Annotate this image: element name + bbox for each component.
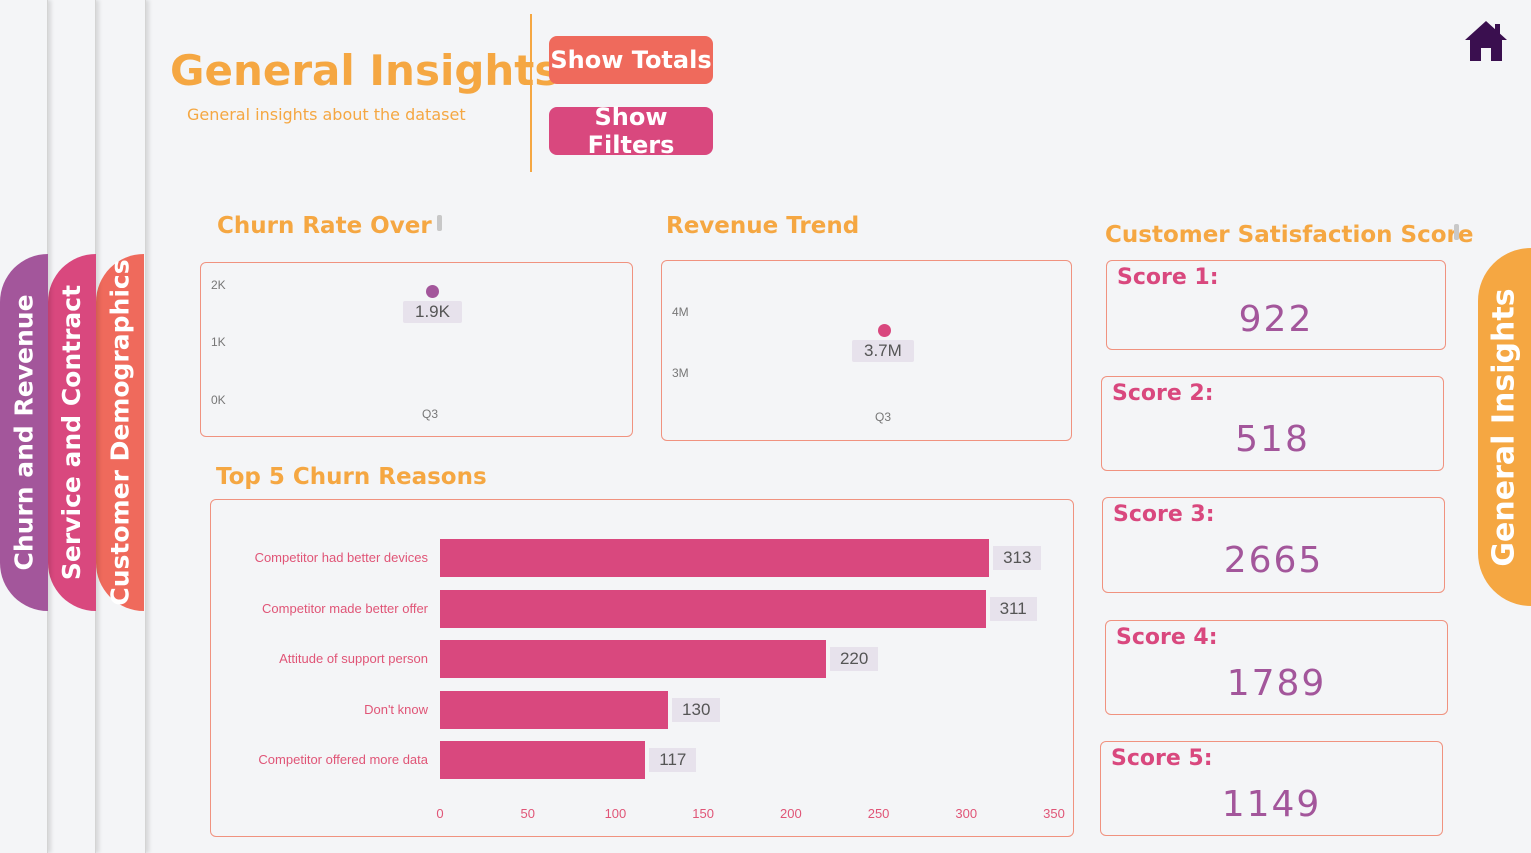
- bar-value-label: 220: [829, 647, 879, 671]
- page-subtitle: General insights about the dataset: [187, 105, 466, 124]
- data-label: 1.9K: [403, 301, 462, 323]
- bar[interactable]: [440, 690, 669, 729]
- churn-rate-title: Churn Rate Over: [217, 213, 432, 239]
- tab-churn-and-revenue[interactable]: Churn and Revenue: [0, 254, 48, 611]
- data-label: 3.7M: [852, 340, 914, 362]
- x-tick: 300: [955, 806, 978, 821]
- bar-value-label: 130: [672, 697, 721, 722]
- tab-label: Churn and Revenue: [9, 294, 39, 571]
- bar-category-label: Competitor made better offer: [262, 600, 428, 616]
- x-tick: Q3: [422, 407, 439, 421]
- top-reasons-title: Top 5 Churn Reasons: [216, 464, 487, 490]
- score-label: Score 2:: [1112, 381, 1214, 406]
- x-tick: 100: [604, 806, 627, 821]
- y-tick: 1K: [211, 335, 226, 349]
- score-label: Score 4:: [1116, 625, 1218, 650]
- revenue-trend-title: Revenue Trend: [666, 213, 860, 239]
- score-card-3: Score 3: 2665: [1102, 497, 1445, 593]
- score-card-1: Score 1: 922: [1106, 260, 1446, 350]
- score-label: Score 1:: [1117, 265, 1219, 290]
- tab-customer-demographics[interactable]: Customer Demographics: [96, 254, 144, 611]
- bar[interactable]: [440, 640, 826, 678]
- data-point[interactable]: [878, 324, 891, 337]
- bar[interactable]: [440, 741, 646, 779]
- bar-category-label: Competitor offered more data: [258, 752, 428, 767]
- bar[interactable]: [440, 539, 990, 577]
- score-value: 1149: [1221, 784, 1322, 825]
- scroll-handle[interactable]: [1454, 224, 1459, 240]
- top-reasons-chart: Competitor had better devices 313 Competit…: [210, 499, 1074, 837]
- bar-plot-area: Competitor had better devices 313 Competit…: [211, 500, 1073, 836]
- satisfaction-title: Customer Satisfaction Score: [1105, 222, 1474, 248]
- scroll-handle[interactable]: [437, 215, 442, 231]
- score-card-5: Score 5: 1149: [1100, 741, 1443, 836]
- tab-service-contract-strip: Service and Contract: [48, 0, 96, 853]
- tab-label: General Insights: [1487, 287, 1523, 567]
- x-tick: 150: [692, 806, 714, 821]
- x-tick: 200: [779, 806, 802, 821]
- home-icon[interactable]: [1463, 18, 1509, 64]
- tab-label: Customer Demographics: [105, 259, 135, 606]
- bar-category-label: Attitude of support person: [279, 651, 428, 666]
- tab-customer-demographics-strip: Customer Demographics: [96, 0, 146, 853]
- bar[interactable]: [440, 589, 986, 628]
- tab-label: Service and Contract: [57, 284, 87, 581]
- header-divider: [530, 14, 532, 172]
- data-point[interactable]: [426, 285, 439, 298]
- score-card-2: Score 2: 518: [1101, 376, 1444, 471]
- score-label: Score 5:: [1111, 746, 1213, 771]
- x-tick: 0: [436, 806, 444, 821]
- y-tick: 2K: [211, 278, 226, 292]
- y-tick: 3M: [672, 366, 689, 380]
- score-value: 922: [1238, 299, 1314, 340]
- score-value: 518: [1235, 419, 1310, 460]
- bar-category-label: Competitor had better devices: [254, 550, 428, 565]
- revenue-trend-chart: 4M 3M 3.7M Q3: [661, 260, 1072, 441]
- x-tick: 350: [1043, 806, 1065, 821]
- bar-value-label: 311: [989, 596, 1037, 621]
- score-label: Score 3:: [1113, 502, 1215, 527]
- y-tick: 0K: [211, 393, 226, 407]
- page-title: General Insights: [170, 46, 560, 95]
- churn-rate-chart: 2K 1K 0K 1.9K Q3: [200, 262, 633, 437]
- bar-value-label: 313: [993, 546, 1042, 570]
- y-tick: 4M: [672, 305, 689, 319]
- score-value: 1789: [1226, 663, 1327, 704]
- show-filters-button[interactable]: Show Filters: [549, 103, 713, 159]
- bar-category-label: Don't know: [364, 701, 428, 717]
- score-card-4: Score 4: 1789: [1105, 620, 1448, 715]
- x-tick: Q3: [875, 410, 892, 424]
- x-tick: 50: [520, 806, 535, 821]
- show-totals-button[interactable]: Show Totals: [549, 36, 713, 84]
- tab-churn-revenue-strip: Churn and Revenue: [0, 0, 48, 853]
- x-tick: 250: [867, 806, 890, 821]
- tab-general-insights[interactable]: General Insights: [1478, 248, 1531, 606]
- bar-value-label: 117: [649, 748, 697, 772]
- score-value: 2665: [1223, 540, 1324, 581]
- tab-service-and-contract[interactable]: Service and Contract: [48, 254, 96, 611]
